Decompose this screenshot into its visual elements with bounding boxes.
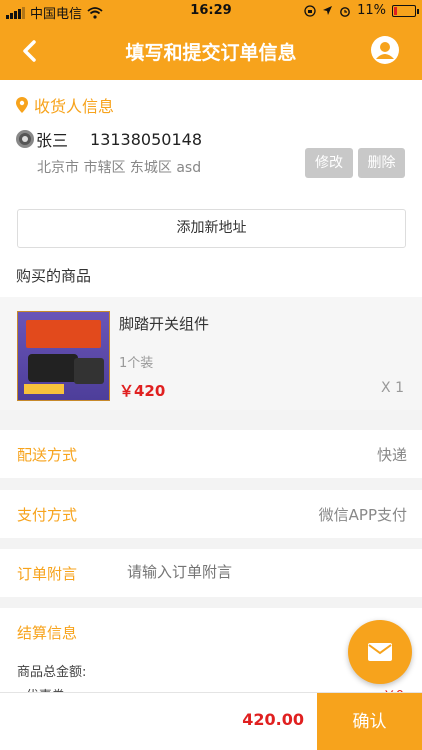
- order-total: 420.00: [242, 710, 304, 729]
- note-label: 订单附言: [17, 565, 78, 583]
- location-arrow-icon: [323, 6, 333, 15]
- note-input[interactable]: [127, 563, 397, 581]
- default-address-radio[interactable]: [16, 130, 34, 148]
- address-section-title: 收货人信息: [34, 97, 115, 116]
- add-address-button[interactable]: 添加新地址: [17, 209, 406, 248]
- recipient-phone: 13138050148: [90, 129, 202, 149]
- battery-percent: 11%: [357, 3, 386, 18]
- nav-bar: 填写和提交订单信息: [0, 22, 422, 80]
- delivery-value: 快递: [376, 446, 407, 464]
- delivery-row[interactable]: 配送方式 快递: [0, 430, 422, 478]
- note-row: 订单附言: [0, 549, 422, 597]
- products-section-title: 购买的商品: [16, 267, 92, 285]
- product-image: [17, 311, 110, 401]
- delete-address-button[interactable]: 删除: [358, 148, 405, 178]
- page-title: 填写和提交订单信息: [125, 42, 297, 64]
- delivery-label: 配送方式: [17, 446, 78, 464]
- settlement-title: 结算信息: [17, 624, 78, 642]
- battery-icon: [392, 4, 419, 17]
- goods-total-label: 商品总金额:: [17, 665, 87, 680]
- status-bar: 中国电信 16:29 11%: [0, 0, 422, 22]
- user-icon[interactable]: [370, 35, 400, 65]
- product-price: ￥420: [119, 382, 166, 400]
- recipient-name: 张三: [36, 131, 69, 150]
- product-quantity: X 1: [381, 380, 404, 396]
- alarm-icon: [340, 6, 350, 17]
- message-button[interactable]: [348, 620, 412, 684]
- rotation-lock-icon: [304, 4, 316, 17]
- confirm-button[interactable]: 确认: [317, 693, 422, 750]
- add-address-section: 添加新地址: [0, 192, 422, 258]
- checkout-bar: 420.00 确认: [0, 692, 422, 750]
- address-card: 收货人信息 张三 13138050148 北京市 市辖区 东城区 asd 修改 …: [0, 80, 422, 192]
- payment-value: 微信APP支付: [318, 506, 407, 524]
- products-header: 购买的商品: [0, 258, 422, 297]
- product-spec: 1个装: [119, 356, 154, 371]
- payment-label: 支付方式: [17, 506, 78, 524]
- list-item[interactable]: 脚踏开关组件 1个装 ￥420 X 1: [0, 297, 422, 410]
- payment-row[interactable]: 支付方式 微信APP支付: [0, 490, 422, 538]
- mail-icon: [368, 643, 392, 661]
- address-line: 北京市 市辖区 东城区 asd: [37, 160, 202, 176]
- location-pin-icon: [16, 97, 28, 113]
- product-name: 脚踏开关组件: [119, 315, 210, 333]
- edit-address-button[interactable]: 修改: [305, 148, 353, 178]
